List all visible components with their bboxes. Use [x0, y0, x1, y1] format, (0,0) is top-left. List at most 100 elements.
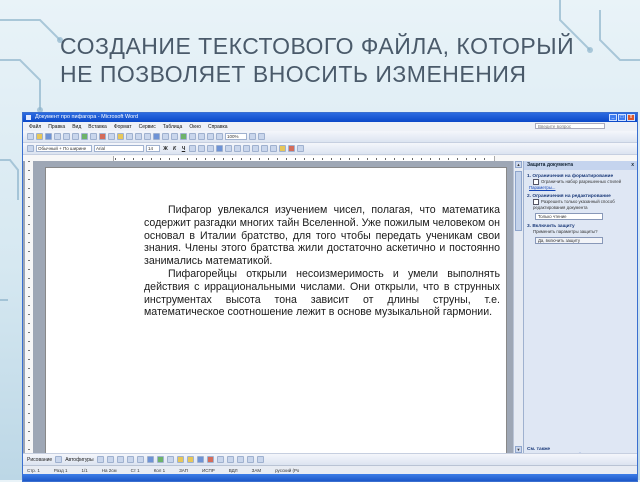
select-objects-icon[interactable]	[55, 456, 63, 463]
paragraph-1[interactable]: Пифагор увлекался изучением чисел, полаг…	[144, 204, 500, 268]
shadow-icon[interactable]	[246, 456, 254, 463]
document-text[interactable]: Пифагор увлекался изучением чисел, полаг…	[144, 204, 500, 319]
menu-edit[interactable]: Правка	[48, 124, 65, 130]
formatting-restrictions-section: 1. Ограничения на форматирование Огранич…	[527, 174, 634, 190]
status-rec[interactable]: ЗАП	[179, 468, 188, 473]
draw-font-color-icon[interactable]	[206, 456, 214, 463]
arrow-icon[interactable]	[106, 456, 114, 463]
fill-color-icon[interactable]	[186, 456, 194, 463]
print-preview-icon[interactable]	[72, 133, 79, 140]
scroll-up-icon[interactable]: ▲	[515, 161, 522, 168]
justify-icon[interactable]	[216, 145, 223, 152]
bullets-icon[interactable]	[243, 145, 250, 152]
line-color-icon[interactable]	[196, 456, 204, 463]
line-style-icon[interactable]	[216, 456, 224, 463]
hyperlink-icon[interactable]	[153, 133, 160, 140]
redo-icon[interactable]	[144, 133, 151, 140]
cut-icon[interactable]	[99, 133, 106, 140]
insert-excel-icon[interactable]	[180, 133, 187, 140]
arrow-style-icon[interactable]	[236, 456, 244, 463]
undo-icon[interactable]	[135, 133, 142, 140]
new-document-icon[interactable]	[27, 133, 34, 140]
scroll-down-icon[interactable]: ▼	[515, 446, 522, 453]
italic-button[interactable]: К	[171, 146, 178, 152]
outside-border-icon[interactable]	[270, 145, 277, 152]
document-map-icon[interactable]	[207, 133, 214, 140]
help-search-input[interactable]: Введите вопрос	[535, 123, 605, 129]
font-color-icon[interactable]	[288, 145, 295, 152]
textbox-icon[interactable]	[136, 456, 144, 463]
bold-button[interactable]: Ж	[162, 146, 169, 152]
menu-insert[interactable]: Вставка	[88, 124, 107, 130]
insert-table-icon[interactable]	[171, 133, 178, 140]
taskpane-close-button[interactable]: x	[631, 161, 634, 170]
status-ext[interactable]: ВДЛ	[229, 468, 238, 473]
font-size-select[interactable]: 14	[146, 145, 160, 152]
editing-type-select[interactable]: Только чтение	[535, 213, 603, 221]
menu-window[interactable]: Окно	[189, 124, 201, 130]
diagram-icon[interactable]	[156, 456, 164, 463]
menu-format[interactable]: Формат	[114, 124, 132, 130]
numbering-icon[interactable]	[234, 145, 241, 152]
rectangle-icon[interactable]	[116, 456, 124, 463]
close-button[interactable]: x	[627, 114, 635, 121]
dash-style-icon[interactable]	[226, 456, 234, 463]
show-hide-icon[interactable]	[216, 133, 223, 140]
checkbox-icon[interactable]	[533, 179, 539, 185]
underline-button[interactable]: Ч	[180, 146, 187, 152]
line-spacing-icon[interactable]	[225, 145, 232, 152]
vertical-scrollbar[interactable]: ▲ ▼	[513, 161, 523, 453]
toolbar-options-icon[interactable]	[297, 145, 304, 152]
font-select[interactable]: Arial	[94, 145, 144, 152]
save-icon[interactable]	[45, 133, 52, 140]
styles-pane-icon[interactable]	[27, 145, 34, 152]
align-right-icon[interactable]	[207, 145, 214, 152]
decrease-indent-icon[interactable]	[252, 145, 259, 152]
settings-link[interactable]: Параметры...	[529, 185, 634, 190]
autoshapes-menu[interactable]: Автофигуры	[65, 457, 93, 463]
help-icon[interactable]	[249, 133, 256, 140]
document-page[interactable]: Пифагор увлекался изучением чисел, полаг…	[45, 167, 507, 459]
minimize-button[interactable]: _	[609, 114, 617, 121]
vertical-ruler[interactable]	[25, 161, 33, 453]
open-folder-icon[interactable]	[36, 133, 43, 140]
3d-icon[interactable]	[256, 456, 264, 463]
increase-indent-icon[interactable]	[261, 145, 268, 152]
zoom-select[interactable]: 100%	[225, 133, 247, 140]
menu-tools[interactable]: Сервис	[139, 124, 156, 130]
line-icon[interactable]	[96, 456, 104, 463]
style-select[interactable]: Обычный + По ширине	[36, 145, 92, 152]
draw-menu[interactable]: Рисование	[27, 457, 52, 463]
paragraph-2[interactable]: Пифагорейцы открыли несоизмеримость и ум…	[144, 268, 500, 319]
status-ovr[interactable]: ЗАМ	[252, 468, 261, 473]
checkbox-icon[interactable]	[533, 199, 539, 206]
paste-icon[interactable]	[117, 133, 124, 140]
print-icon[interactable]	[63, 133, 70, 140]
columns-icon[interactable]	[189, 133, 196, 140]
tables-borders-icon[interactable]	[162, 133, 169, 140]
menu-table[interactable]: Таблица	[163, 124, 183, 130]
research-icon[interactable]	[90, 133, 97, 140]
start-enforcement-button[interactable]: Да, включить защиту	[535, 237, 603, 245]
scroll-thumb[interactable]	[515, 171, 522, 231]
drawing-icon[interactable]	[198, 133, 205, 140]
wordart-icon[interactable]	[146, 456, 154, 463]
spelling-icon[interactable]	[81, 133, 88, 140]
format-painter-icon[interactable]	[126, 133, 133, 140]
align-left-icon[interactable]	[189, 145, 196, 152]
menu-file[interactable]: Файл	[29, 124, 41, 130]
oval-icon[interactable]	[126, 456, 134, 463]
clipart-icon[interactable]	[166, 456, 174, 463]
menu-view[interactable]: Вид	[72, 124, 81, 130]
read-icon[interactable]	[258, 133, 265, 140]
permission-icon[interactable]	[54, 133, 61, 140]
section2-text[interactable]: Разрешить только указанный способ редакт…	[533, 199, 615, 210]
maximize-button[interactable]: □	[618, 114, 626, 121]
menu-help[interactable]: Справка	[208, 124, 228, 130]
status-trk[interactable]: ИСПР	[202, 468, 215, 473]
picture-icon[interactable]	[176, 456, 184, 463]
copy-icon[interactable]	[108, 133, 115, 140]
highlight-icon[interactable]	[279, 145, 286, 152]
align-center-icon[interactable]	[198, 145, 205, 152]
section1-text[interactable]: Ограничить набор разрешенных стилей	[541, 179, 621, 184]
